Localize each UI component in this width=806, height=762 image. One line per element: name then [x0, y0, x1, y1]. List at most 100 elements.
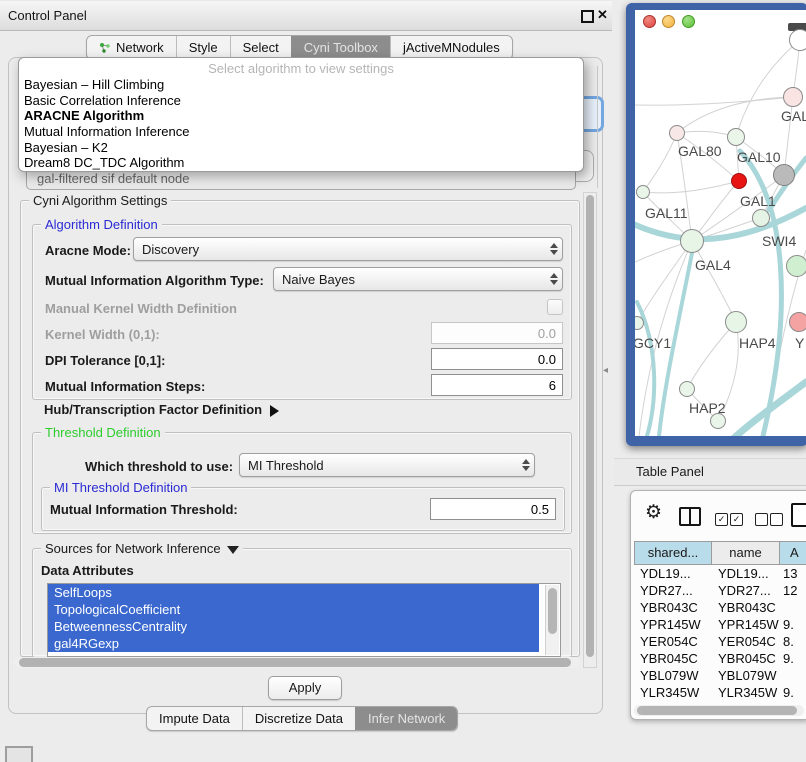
apply-button[interactable]: Apply [268, 676, 342, 700]
aracne-mode-select[interactable]: Discovery [133, 237, 563, 261]
kernel-width-field[interactable]: 0.0 [431, 322, 563, 344]
network-node-gal80[interactable] [669, 125, 685, 141]
cell-shared-name: YDR27... [634, 582, 712, 599]
dropdown-item[interactable]: Basic Correlation Inference [19, 93, 583, 109]
network-node-swi4[interactable] [786, 255, 806, 277]
list-scrollbar[interactable] [545, 585, 559, 655]
mi-algorithm-type-select[interactable]: Naive Bayes [273, 267, 563, 291]
attribute-list-item[interactable]: TopologicalCoefficient [48, 601, 539, 618]
hub-transcription-factor-section[interactable]: Hub/Transcription Factor Definition [44, 402, 279, 417]
tab[interactable]: Discretize Data [242, 707, 355, 730]
cell-name: YDL19... [712, 565, 780, 582]
tab[interactable]: Cyni Toolbox [291, 36, 390, 59]
mac-minimize-button[interactable] [662, 15, 675, 28]
attribute-name: gal4RGexp [54, 636, 119, 651]
scrollbar-thumb[interactable] [586, 195, 594, 657]
settings-vertical-scrollbar[interactable] [583, 192, 597, 668]
table-header-row: shared... name A [634, 541, 806, 565]
column-header-shared-name[interactable]: shared... [634, 541, 712, 565]
float-window-icon[interactable] [581, 10, 594, 23]
control-panel-title: Control Panel [8, 8, 87, 23]
scrollbar-thumb[interactable] [637, 706, 797, 715]
network-node-gal1[interactable] [752, 209, 770, 227]
cell-value: 9. [780, 650, 806, 667]
network-node-red-node[interactable] [731, 173, 747, 189]
dropdown-item-label: Bayesian – Hill Climbing [24, 77, 164, 92]
table-row[interactable]: YDR27... YDR27... 12 [634, 582, 806, 599]
attribute-list-item[interactable]: gal4RGexp [48, 635, 539, 652]
settings-horizontal-scrollbar[interactable] [14, 657, 580, 668]
table-row[interactable]: YBL079W YBL079W [634, 667, 806, 684]
table-row[interactable]: YLR345W YLR345W 9. [634, 684, 806, 701]
group-title: Threshold Definition [41, 425, 165, 440]
network-canvas[interactable]: GALGAL80GAL10GAL1GAL11SWI4GAL4GCY1HAP4YH… [635, 10, 806, 436]
panel-divider-collapse-arrow[interactable]: ◂ [603, 365, 608, 376]
network-node-gray-node[interactable] [773, 164, 795, 186]
dropdown-item[interactable]: ARACNE Algorithm [19, 108, 583, 124]
sources-group-title[interactable]: Sources for Network Inference [41, 541, 243, 556]
dropdown-item[interactable]: Mutual Information Inference [19, 124, 583, 140]
control-panel-titlebar: Control Panel ✕ [0, 0, 612, 31]
tab[interactable]: jActiveMNodules [390, 36, 512, 59]
export-table-icon[interactable] [791, 503, 806, 527]
column-header-partial[interactable]: A [780, 541, 806, 565]
dropdown-item[interactable]: Bayesian – K2 [19, 140, 583, 156]
network-node-top-partial[interactable] [789, 29, 806, 51]
attribute-name: TopologicalCoefficient [54, 602, 180, 617]
manual-kernel-width-checkbox[interactable] [547, 299, 563, 315]
dropdown-item[interactable]: Bayesian – Hill Climbing [19, 77, 583, 93]
dropdown-item-label: Dream8 DC_TDC Algorithm [24, 155, 184, 170]
gear-icon[interactable]: ⚙ [645, 503, 662, 523]
select-all-checkbox-icon[interactable]: ✓ [730, 513, 743, 526]
tab-label: Infer Network [368, 707, 445, 730]
table-horizontal-scrollbar[interactable] [634, 705, 804, 716]
show-columns-icon[interactable] [679, 507, 701, 526]
cell-value: 12 [780, 582, 806, 599]
network-node-hap2[interactable] [679, 381, 695, 397]
node-label-HAP4: HAP4 [739, 335, 776, 351]
table-row[interactable]: YPR145W YPR145W 9. [634, 616, 806, 633]
collapse-down-icon[interactable] [227, 546, 239, 554]
table-panel: ⚙ ✓ ✓ shared... name A YDL19... YDL19...… [630, 490, 806, 720]
table-row[interactable]: YDL19... YDL19... 13 [634, 565, 806, 582]
scrollbar-thumb[interactable] [548, 588, 557, 634]
scrollbar-thumb[interactable] [19, 658, 571, 667]
aracne-mode-value: Discovery [142, 242, 546, 257]
network-node-gal4[interactable] [680, 229, 704, 253]
network-tree-icon [99, 42, 111, 54]
tab[interactable]: Style [176, 36, 230, 59]
attribute-list-item[interactable]: SelfLoops [48, 584, 539, 601]
select-all-checkbox-icon[interactable]: ✓ [715, 513, 728, 526]
close-icon[interactable]: ✕ [597, 7, 608, 23]
deselect-all-checkbox-icon[interactable] [755, 513, 768, 526]
floating-panel-icon[interactable] [5, 746, 33, 762]
network-node-salmon-node[interactable] [789, 312, 806, 332]
tab[interactable]: Impute Data [147, 707, 242, 730]
table-row[interactable]: YBR043C YBR043C [634, 599, 806, 616]
expand-right-icon[interactable] [270, 405, 279, 417]
table-row[interactable]: YBR045C YBR045C 9. [634, 650, 806, 667]
table-row[interactable]: YER054C YER054C 8. [634, 633, 806, 650]
column-header-name[interactable]: name [712, 541, 780, 565]
dropdown-item[interactable]: Dream8 DC_TDC Algorithm [19, 155, 583, 171]
attribute-list-item[interactable]: BetweennessCentrality [48, 618, 539, 635]
tab-label: Select [243, 36, 279, 59]
dpi-tolerance-field[interactable]: 0.0 [431, 348, 563, 370]
manual-kernel-width-label: Manual Kernel Width Definition [45, 301, 237, 316]
data-attributes-list[interactable]: SelfLoops TopologicalCoefficient Between… [47, 583, 561, 657]
mi-steps-field[interactable]: 6 [431, 374, 563, 396]
network-node-hap4[interactable] [725, 311, 747, 333]
tab[interactable]: Select [230, 36, 291, 59]
table-panel-titlebar: Table Panel [614, 458, 806, 486]
network-node-gal10[interactable] [727, 128, 745, 146]
tab[interactable]: Infer Network [355, 707, 457, 730]
algorithm-dropdown-popup: Select algorithm to view settings Bayesi… [18, 57, 584, 172]
deselect-all-checkbox-icon[interactable] [770, 513, 783, 526]
tab[interactable]: Network [87, 36, 176, 59]
network-node-gal11-small[interactable] [636, 185, 650, 199]
mi-threshold-field[interactable]: 0.5 [430, 498, 556, 520]
mac-close-button[interactable] [643, 15, 656, 28]
which-threshold-select[interactable]: MI Threshold [239, 453, 535, 477]
network-node-pink-top[interactable] [783, 87, 803, 107]
mac-zoom-button[interactable] [682, 15, 695, 28]
